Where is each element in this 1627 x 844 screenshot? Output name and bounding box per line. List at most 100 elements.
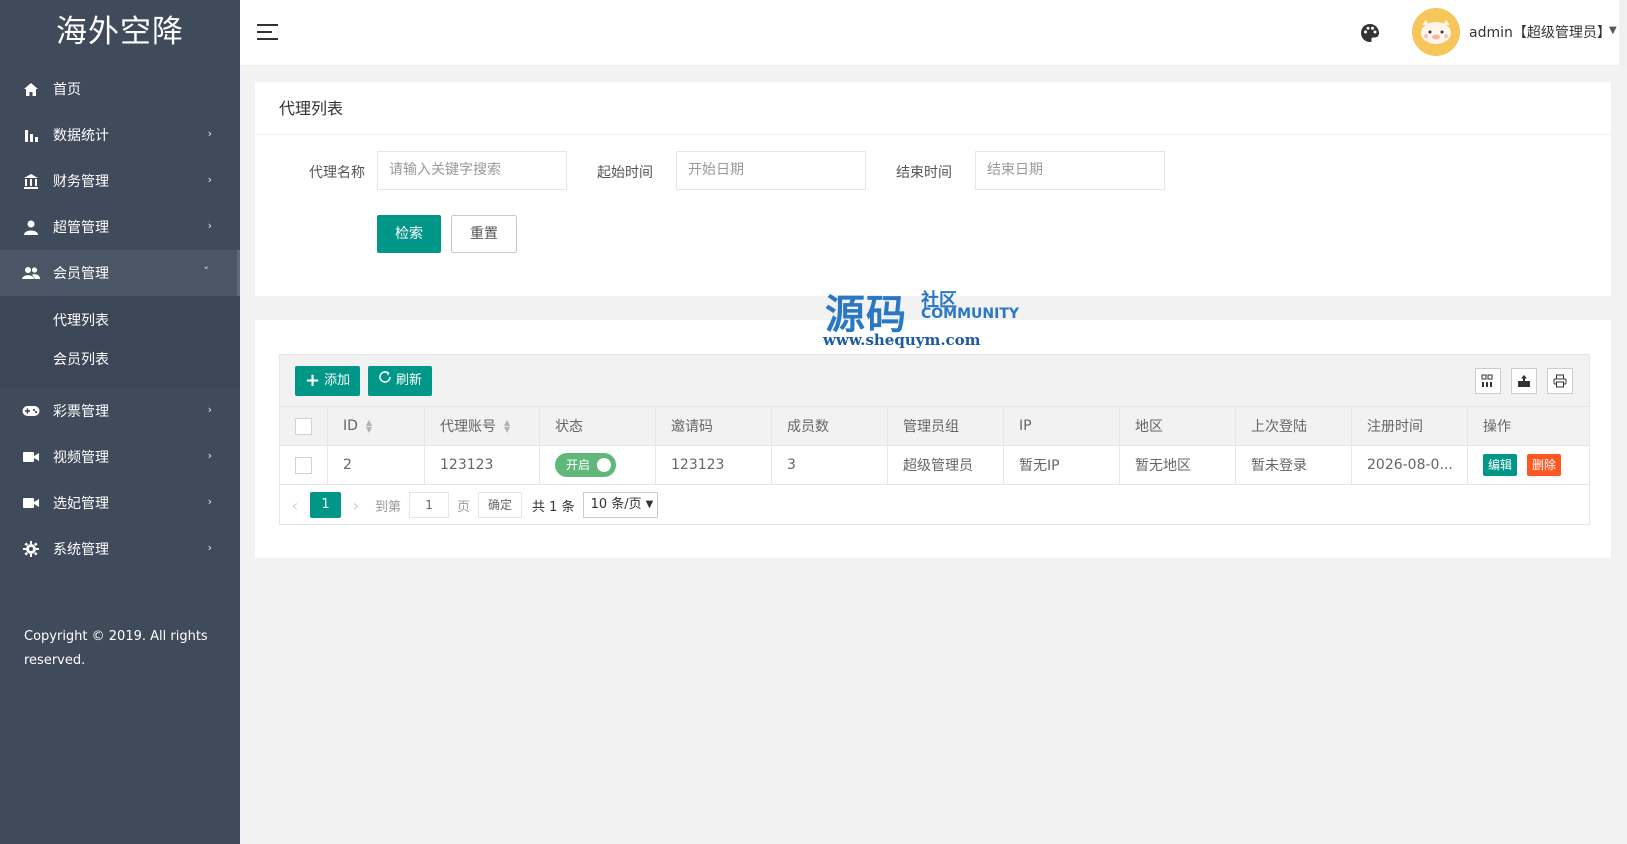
user-icon <box>22 218 40 236</box>
end-time-label: 结束时间 <box>896 165 952 181</box>
total-count: 共 1 条 <box>532 499 575 515</box>
data-table: + 添加 刷新 ID ▲ ▼ 代理账号 ▲ ▼ 状态 邀请码 成员数 管理员组 … <box>279 354 1590 525</box>
plus-icon: + <box>305 370 321 391</box>
brand-logo: 海外空降 <box>56 14 184 50</box>
palette-icon[interactable] <box>1359 22 1381 44</box>
sidebar-item-label: 首页 <box>53 82 81 98</box>
chevron-right-icon: › <box>207 449 212 462</box>
page-size-select[interactable]: 10 条/页 ▼ <box>582 492 659 518</box>
reset-button[interactable]: 重置 <box>451 215 517 253</box>
row-checkbox[interactable] <box>295 456 312 474</box>
status-toggle[interactable]: 开启 <box>555 453 616 477</box>
page-size-value: 10 条/页 <box>590 497 642 512</box>
col-header-id[interactable]: ID ▲ ▼ <box>328 407 425 445</box>
sort-icon: ▲ ▼ <box>504 418 511 434</box>
sidebar-item-members[interactable]: 会员管理 ˅ <box>0 250 240 296</box>
copyright: Copyright © 2019. All rights reserved. <box>24 629 208 668</box>
cell-status: 开启 <box>540 446 656 484</box>
status-toggle-label: 开启 <box>566 458 591 472</box>
watermark-url: www.shequym.com <box>823 331 981 349</box>
watermark-logo: 源码 社区 COMMUNITY www.shequym.com <box>823 282 1025 352</box>
goto-suffix: 页 <box>457 499 471 515</box>
export-icon[interactable] <box>1511 368 1537 394</box>
chevron-right-icon: › <box>207 127 212 140</box>
cell-registered: 2026-08-0... <box>1352 446 1468 484</box>
prev-page-icon[interactable]: ‹ <box>280 496 310 515</box>
sidebar-item-stats[interactable]: 数据统计 › <box>0 112 240 158</box>
sidebar-item-admin[interactable]: 超管管理 › <box>0 204 240 250</box>
sidebar-item-selection[interactable]: 选妃管理 › <box>0 480 240 526</box>
submenu-item-agent-list[interactable]: 代理列表 <box>0 302 240 341</box>
sidebar-item-label: 彩票管理 <box>53 404 109 420</box>
chevron-right-icon: › <box>207 403 212 416</box>
print-icon[interactable] <box>1547 368 1573 394</box>
bank-icon <box>22 172 40 190</box>
sidebar-item-label: 超管管理 <box>53 220 109 236</box>
menu-toggle-icon[interactable] <box>257 24 278 41</box>
col-header-region: 地区 <box>1120 407 1236 445</box>
card-title: 代理列表 <box>255 82 1611 135</box>
sidebar-item-lottery[interactable]: 彩票管理 › <box>0 388 240 434</box>
select-all-checkbox[interactable] <box>295 417 312 435</box>
col-header-actions: 操作 <box>1483 419 1511 435</box>
sidebar-item-label: 会员管理 <box>53 266 109 282</box>
gamepad-icon <box>22 402 40 420</box>
col-header-group: 管理员组 <box>888 407 1004 445</box>
end-date-input[interactable]: 结束日期 <box>975 151 1165 190</box>
submenu-item-member-list[interactable]: 会员列表 <box>0 341 240 380</box>
refresh-button[interactable]: 刷新 <box>368 366 433 396</box>
user-menu[interactable]: admin【超级管理员】 <box>1469 22 1611 42</box>
gear-icon <box>22 540 40 558</box>
columns-filter-icon[interactable] <box>1475 368 1501 394</box>
bar-chart-icon <box>22 126 40 144</box>
header-checkbox-cell <box>280 407 328 445</box>
goto-prefix: 到第 <box>375 499 402 515</box>
table-row: 2 123123 开启 123123 3 超级管理员 暂无IP 暂无地区 暂未登… <box>280 446 1589 485</box>
sidebar-item-label: 数据统计 <box>53 128 109 144</box>
sidebar-item-system[interactable]: 系统管理 › <box>0 526 240 572</box>
refresh-icon <box>378 366 392 396</box>
sort-icon: ▲ ▼ <box>365 418 373 434</box>
col-header-invite-code: 邀请码 <box>656 407 772 445</box>
current-page[interactable]: 1 <box>310 492 341 518</box>
goto-confirm-button[interactable]: 确定 <box>478 492 523 518</box>
goto-page-input[interactable]: 1 <box>409 492 450 518</box>
sidebar-item-home[interactable]: 首页 <box>0 66 240 112</box>
chevron-down-icon: ▼ <box>645 499 654 510</box>
users-icon <box>22 264 40 282</box>
cell-members: 3 <box>772 446 888 484</box>
col-header-registered: 注册时间 <box>1352 407 1468 445</box>
col-header-status: 状态 <box>540 407 656 445</box>
search-card: 代理列表 代理名称 请输入关键字搜索 起始时间 开始日期 结束时间 结束日期 检… <box>255 82 1611 296</box>
delete-button[interactable]: 删除 <box>1527 454 1562 476</box>
col-header-label: ID <box>343 418 358 434</box>
chevron-right-icon: › <box>207 219 212 232</box>
row-checkbox-cell <box>280 446 328 484</box>
pagination: ‹ 1 › 到第 1 页 确定 共 1 条 10 条/页 ▼ <box>280 485 1589 525</box>
page-scroll-track <box>1619 66 1627 844</box>
agent-name-label: 代理名称 <box>309 165 365 181</box>
avatar[interactable] <box>1412 8 1460 56</box>
submenu: 代理列表 会员列表 <box>0 296 240 388</box>
sidebar-item-video[interactable]: 视频管理 › <box>0 434 240 480</box>
chevron-right-icon: › <box>207 541 212 554</box>
sidebar-item-label: 财务管理 <box>53 174 109 190</box>
add-label: 添加 <box>324 373 351 388</box>
top-header: admin【超级管理员】 ▼ <box>240 0 1627 66</box>
chevron-right-icon: › <box>207 495 212 508</box>
search-button[interactable]: 检索 <box>377 215 441 253</box>
add-button[interactable]: + 添加 <box>295 366 361 396</box>
cell-actions: 编辑 删除 <box>1468 446 1589 484</box>
video-icon <box>22 494 40 512</box>
agent-name-input[interactable]: 请输入关键字搜索 <box>377 151 567 190</box>
start-date-input[interactable]: 开始日期 <box>676 151 866 190</box>
next-page-icon[interactable]: › <box>341 496 371 515</box>
sidebar-item-finance[interactable]: 财务管理 › <box>0 158 240 204</box>
chevron-down-icon: ˅ <box>203 265 210 278</box>
table-header: ID ▲ ▼ 代理账号 ▲ ▼ 状态 邀请码 成员数 管理员组 IP 地区 上次登陆 注… <box>280 407 1589 446</box>
caret-down-icon: ▼ <box>1609 25 1617 36</box>
col-header-account[interactable]: 代理账号 ▲ ▼ <box>425 407 540 445</box>
edit-button[interactable]: 编辑 <box>1483 454 1518 476</box>
watermark-sub2: COMMUNITY <box>921 306 1020 322</box>
table-card: + 添加 刷新 ID ▲ ▼ 代理账号 ▲ ▼ 状态 邀请码 成员数 管理员组 … <box>255 320 1611 558</box>
